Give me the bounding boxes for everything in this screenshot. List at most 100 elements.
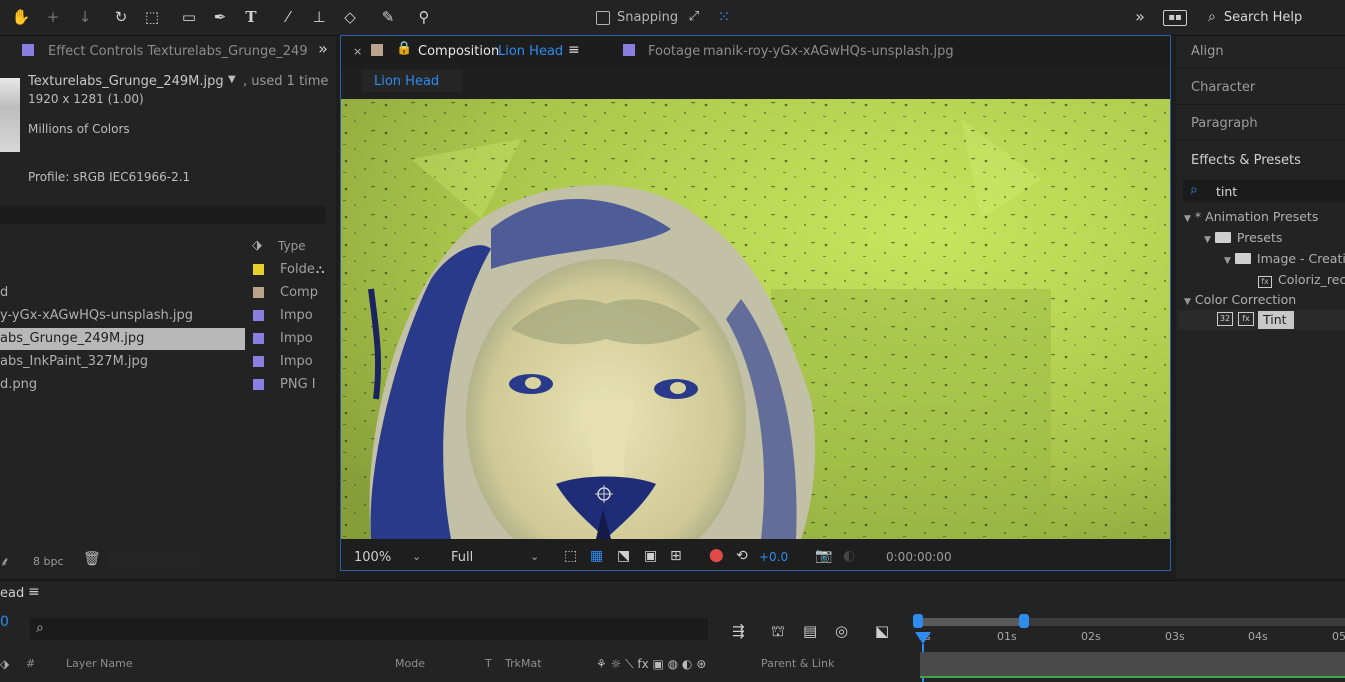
transparency-grid-icon[interactable]: ▦ [590, 548, 603, 564]
effects-search-value[interactable]: tint [1216, 184, 1237, 199]
panel-align[interactable]: Align [1191, 44, 1224, 59]
lock-icon[interactable]: 🔒 [396, 41, 412, 56]
label-color-swatch[interactable] [253, 287, 264, 298]
download-tool-icon[interactable]: ↓ [74, 6, 96, 28]
layer-search-field[interactable] [30, 618, 708, 640]
frame-blending-icon[interactable]: ▤ [803, 622, 817, 640]
graph-editor-icon[interactable]: ⬕ [875, 622, 889, 640]
label-color-swatch[interactable] [253, 264, 264, 275]
grid-guides-icon[interactable]: ⊞ [670, 548, 682, 564]
label-color-swatch[interactable] [253, 333, 264, 344]
work-area-range[interactable] [918, 618, 1024, 626]
resolution-chevron-down-icon[interactable]: ⌄ [530, 550, 539, 563]
rectangle-tool-icon[interactable]: ▭ [178, 6, 200, 28]
flowchart-icon[interactable]: ⛬ [316, 262, 324, 277]
tree-animation-presets[interactable]: ▼ * Animation Presets [1184, 209, 1318, 224]
interpret-footage-icon[interactable]: ⸙ [0, 552, 10, 570]
layer-switches-icons[interactable]: ⚘ ☼ ⟍ fx ▣ ◍ ◐ ⊛ [596, 657, 706, 672]
eraser-tool-icon[interactable]: ◇ [339, 6, 361, 28]
tree-image-creative[interactable]: ▼ Image - Creati [1224, 251, 1345, 266]
snap-target-icon[interactable]: ⁙ [713, 6, 735, 28]
composition-tab-prefix[interactable]: Composition [418, 44, 499, 59]
label-color-swatch[interactable] [253, 379, 264, 390]
pen-tool-icon[interactable]: ✒ [209, 6, 231, 28]
column-layer-name[interactable]: Layer Name [66, 657, 133, 670]
timeline-comp-tab[interactable]: ead [0, 586, 24, 601]
label-color-swatch[interactable] [253, 356, 264, 367]
project-row[interactable]: Folde ⛬ [0, 259, 336, 281]
footage-tab-prefix[interactable]: Footage [648, 44, 700, 59]
label-color-swatch[interactable] [253, 310, 264, 321]
chevron-more-icon[interactable]: » [1129, 6, 1151, 28]
search-help[interactable]: ⌕ Search Help [1208, 9, 1302, 25]
draft-3d-icon[interactable]: ⛫ [771, 622, 785, 642]
hand-tool-icon[interactable]: ✋ [10, 6, 32, 28]
expand-triangle-icon[interactable]: ▼ [1184, 214, 1191, 224]
panel-effects-presets[interactable]: Effects & Presets [1191, 153, 1301, 168]
ruler-label: 01s [997, 630, 1017, 643]
project-row[interactable]: abs_InkPaint_327M.jpg Impo [0, 351, 336, 373]
project-row-selected[interactable]: abs_Grunge_249M.jpg Impo [0, 328, 336, 350]
tree-presets[interactable]: ▼ Presets [1204, 230, 1282, 245]
current-timecode[interactable]: 0:00:00:00 [886, 550, 952, 564]
reset-exposure-icon[interactable]: ⟲ [736, 548, 748, 564]
project-row[interactable]: d.png PNG I [0, 374, 336, 396]
work-area-start-handle[interactable] [913, 614, 923, 628]
brush-tool-icon[interactable]: ⁄ [277, 6, 299, 28]
timeline-current-time[interactable]: 0 [0, 614, 9, 630]
composition-flowchart-icon[interactable]: ⇶ [732, 622, 745, 640]
color-channels-icon[interactable]: ⬤ [709, 548, 724, 563]
type-tool-icon[interactable]: T [240, 6, 262, 28]
work-area-end-handle[interactable] [1019, 614, 1029, 628]
tint-effect-item[interactable]: Tint [1263, 312, 1287, 327]
rotate-tool-icon[interactable]: ↻ [110, 6, 132, 28]
resolution-dropdown[interactable]: Full [451, 550, 473, 565]
panel-character[interactable]: Character [1191, 80, 1255, 95]
effects-search-field[interactable] [1183, 180, 1345, 202]
footage-colors: Millions of Colors [28, 122, 130, 136]
zoom-chevron-down-icon[interactable]: ⌄ [412, 550, 421, 563]
composition-tab-name[interactable]: Lion Head [498, 44, 563, 59]
close-tab-icon[interactable]: × [353, 45, 362, 58]
add-tool-icon[interactable]: + [42, 6, 64, 28]
type-column-header[interactable]: Type [278, 239, 306, 253]
project-row[interactable]: y-yGx-xAGwHQs-unsplash.jpg Impo [0, 305, 336, 327]
bit-depth-button[interactable]: 8 bpc [33, 555, 64, 568]
panel-menu-icon[interactable]: ≡ [568, 42, 580, 58]
tab-effect-controls[interactable]: Effect Controls Texturelabs_Grunge_249 [48, 44, 308, 59]
motion-blur-icon[interactable]: ◎ [835, 622, 848, 640]
workspace-icon[interactable]: ▪▪ [1163, 10, 1187, 26]
trash-icon[interactable]: 🗑 [83, 551, 101, 567]
panel-paragraph[interactable]: Paragraph [1191, 116, 1258, 131]
divider [1176, 140, 1345, 141]
show-snapshot-icon[interactable]: ◐ [843, 548, 855, 564]
project-search-bar[interactable] [0, 206, 326, 224]
exposure-value[interactable]: +0.0 [759, 550, 788, 564]
zoom-dropdown[interactable]: 100% [354, 550, 391, 565]
expand-triangle-icon[interactable]: ▼ [1204, 235, 1211, 245]
expand-triangle-icon[interactable]: ▼ [1184, 297, 1191, 307]
tree-color-correction[interactable]: ▼ Color Correction [1184, 292, 1296, 307]
layer-duration-bar[interactable] [920, 652, 1345, 676]
camera-orbit-icon[interactable]: ⬚ [141, 6, 163, 28]
snapshot-camera-icon[interactable]: 📷 [815, 548, 832, 564]
comp-breadcrumb[interactable]: Lion Head [374, 74, 439, 89]
roto-brush-icon[interactable]: ✎ [377, 6, 399, 28]
region-of-interest-icon[interactable]: ▣ [644, 548, 657, 564]
file-dropdown-icon[interactable]: ▼ [228, 74, 236, 85]
composition-viewer[interactable] [341, 99, 1170, 539]
comp-breadcrumb-bar [341, 68, 1170, 98]
tree-colorize-preset[interactable]: fx Coloriz_rec [1258, 272, 1345, 288]
mask-visibility-icon[interactable]: ⬔ [617, 548, 630, 564]
footage-tab-name[interactable]: manik-roy-yGx-xAGwHQs-unsplash.jpg [703, 44, 954, 59]
clone-stamp-icon[interactable]: ⊥ [308, 6, 330, 28]
project-status-bar [108, 552, 200, 568]
project-row[interactable]: d Comp [0, 282, 336, 304]
expand-triangle-icon[interactable]: ▼ [1224, 256, 1231, 266]
fast-previews-icon[interactable]: ⬚ [564, 548, 577, 564]
panel-overflow-icon[interactable]: » [312, 38, 334, 60]
puppet-pin-icon[interactable]: ⚲ [413, 6, 435, 28]
snapping-checkbox[interactable] [596, 11, 610, 25]
snap-options-icon[interactable]: ⤢ [683, 6, 705, 28]
timeline-menu-icon[interactable]: ≡ [28, 584, 40, 600]
